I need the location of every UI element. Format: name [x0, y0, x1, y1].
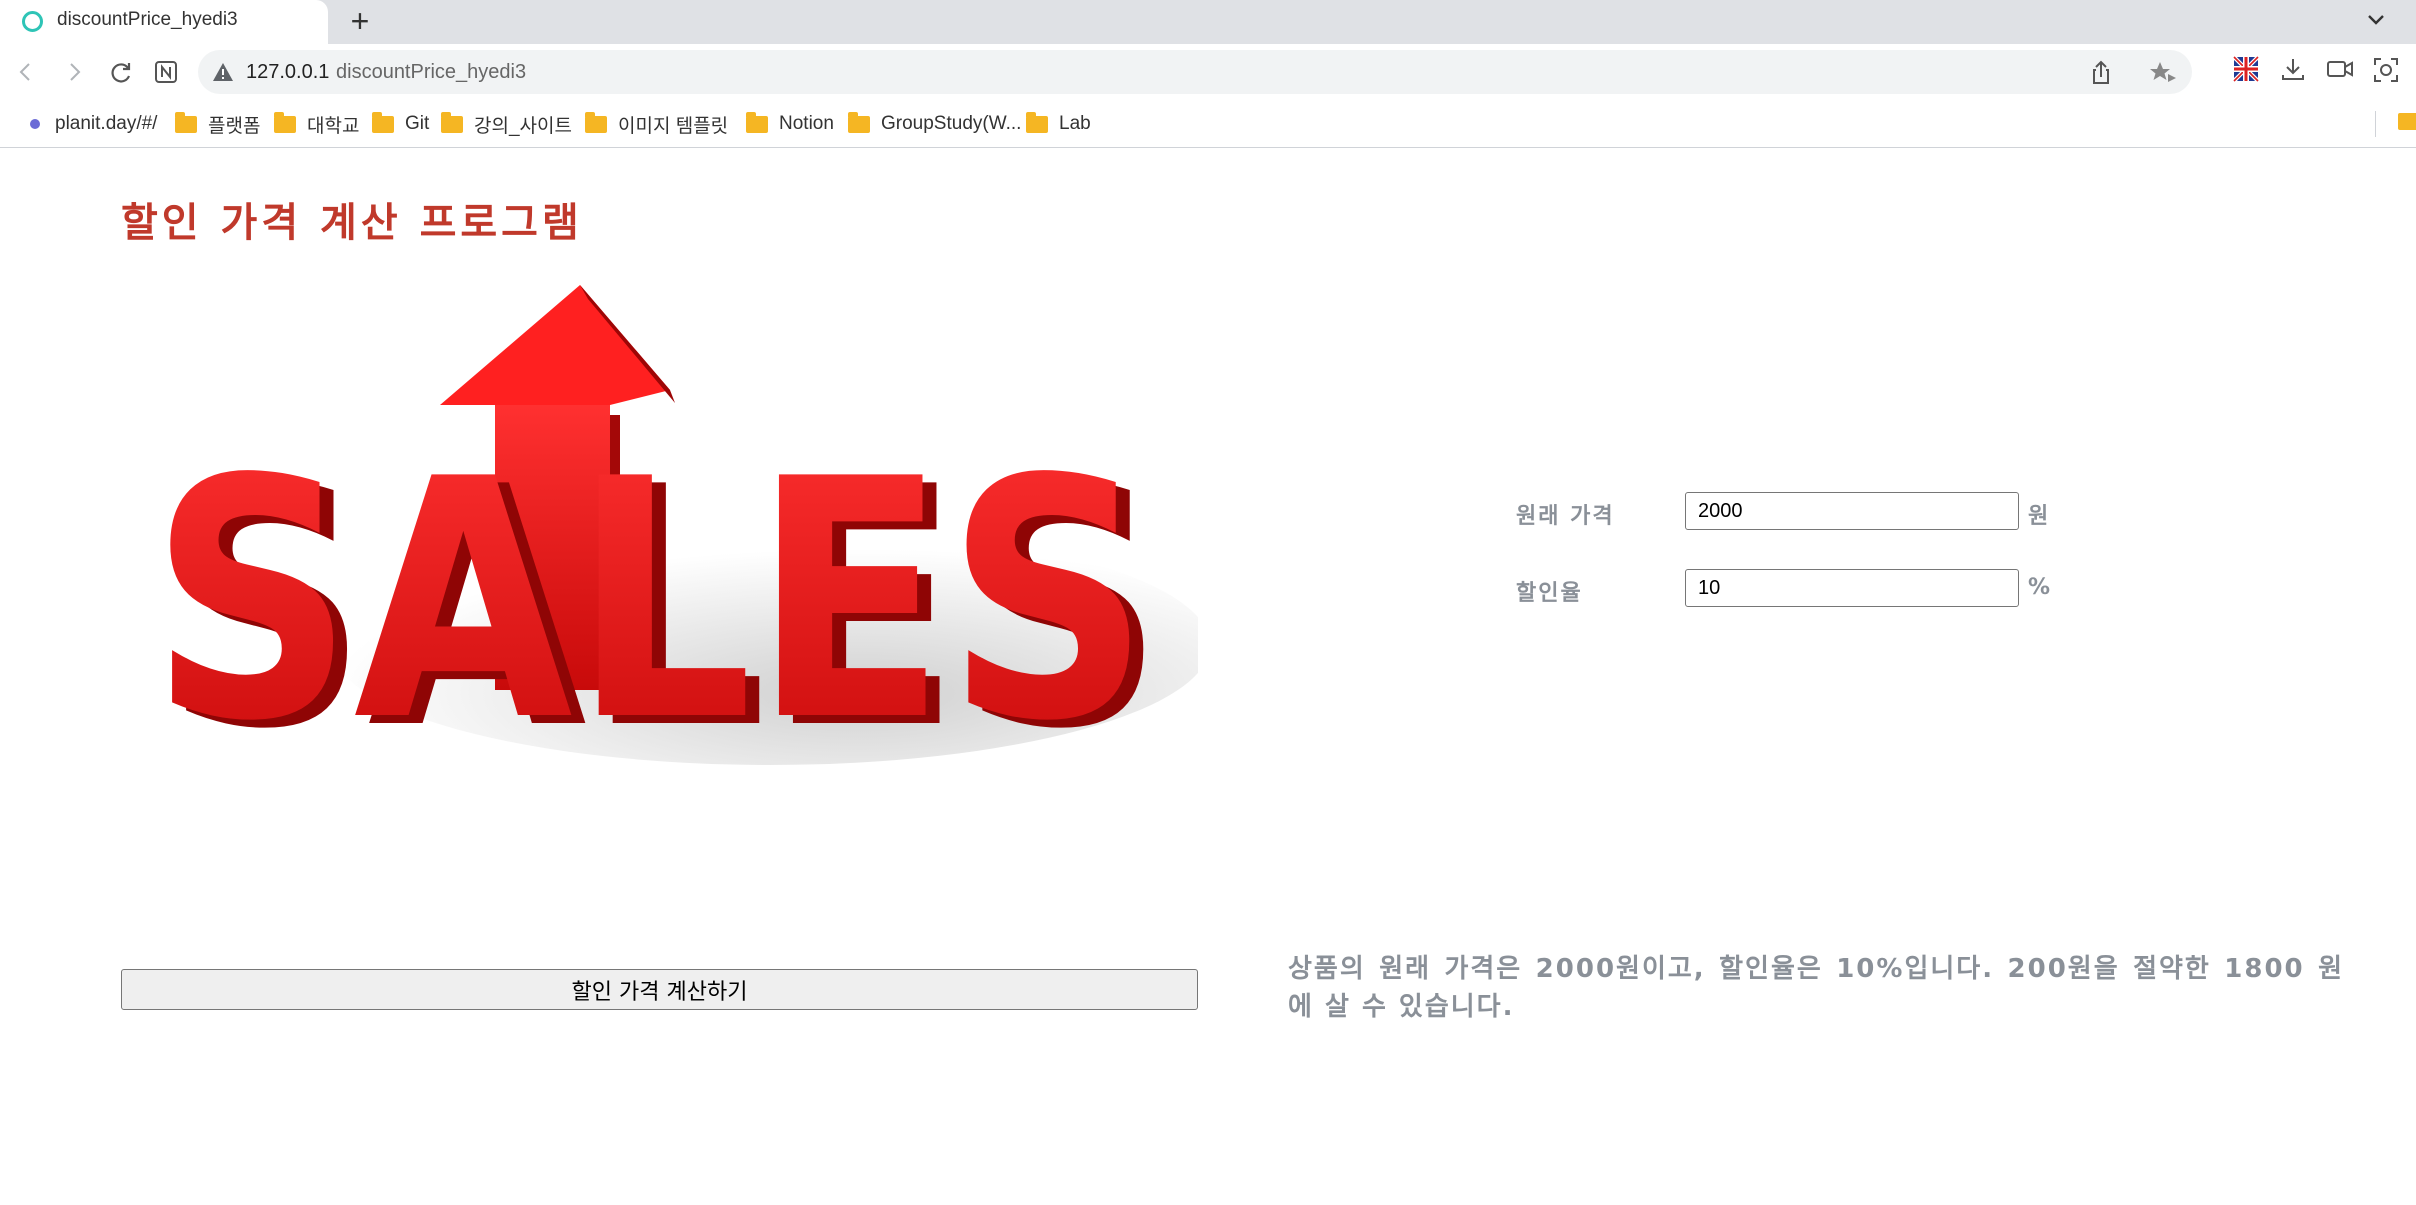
bookmark-planit[interactable]: planit.day/#/ — [26, 111, 157, 137]
new-tab-button[interactable]: + — [340, 2, 380, 42]
folder-icon — [746, 111, 768, 133]
notion-extension-button[interactable] — [146, 52, 186, 92]
bookmarks-bar: planit.day/#/ 플랫폼 대학교 Git 강의_사이트 이미지 템플릿… — [0, 100, 2416, 148]
original-price-unit: 원 — [2028, 504, 2049, 529]
folder-icon — [848, 111, 870, 133]
video-capture-icon[interactable] — [2326, 56, 2358, 88]
bookmark-folder-image-templates[interactable]: 이미지 템플릿 — [585, 111, 728, 137]
tab-title: discountPrice_hyedi3 — [57, 9, 238, 30]
bookmark-label: Notion — [779, 113, 834, 134]
bookmark-folder-platform[interactable]: 플랫폼 — [175, 111, 260, 137]
share-icon[interactable] — [2086, 58, 2116, 88]
result-message: 상품의 원래 가격은 2000원이고, 할인율은 10%입니다. 200원을 절… — [1288, 954, 2344, 1022]
original-price-input[interactable] — [1685, 492, 2019, 530]
bookmark-folder-lab[interactable]: Lab — [1026, 111, 1091, 137]
bookmark-folder-lecture-sites[interactable]: 강의_사이트 — [441, 111, 572, 137]
bookmark-label: 강의_사이트 — [474, 115, 572, 137]
bookmark-label: Git — [405, 113, 430, 134]
back-button[interactable] — [6, 52, 46, 92]
bookmark-folder-university[interactable]: 대학교 — [274, 111, 359, 137]
back-arrow-icon — [19, 63, 30, 81]
bookmark-label: GroupStudy(W... — [881, 113, 1022, 134]
notion-icon — [155, 61, 177, 83]
folder-icon — [441, 111, 463, 133]
bookmark-folder-notion[interactable]: Notion — [746, 111, 834, 137]
url-path: discountPrice_hyedi3 — [336, 61, 527, 83]
folder-icon — [274, 111, 296, 133]
sales-word: SALES — [150, 409, 1150, 793]
page-favicon-icon — [22, 11, 43, 32]
discount-rate-label: 할인율 — [1516, 581, 1583, 606]
screenshot-icon[interactable] — [2372, 56, 2404, 88]
original-price-label: 원래 가격 — [1516, 504, 1615, 529]
tab-search-chevron-icon[interactable] — [2362, 6, 2390, 34]
original-price-row: 원래 가격 원 — [1516, 492, 2076, 532]
bookmark-label: 대학교 — [307, 115, 360, 137]
address-bar[interactable]: 127.0.0.1 discountPrice_hyedi3 — [198, 50, 2192, 94]
page-title: 할인 가격 계산 프로그램 — [121, 200, 583, 246]
bookmark-folder-groupstudy[interactable]: GroupStudy(W... — [848, 111, 1021, 137]
browser-toolbar: 127.0.0.1 discountPrice_hyedi3 — [0, 44, 2416, 100]
discount-rate-unit: % — [2028, 575, 2051, 600]
forward-arrow-icon — [70, 63, 81, 81]
site-favicon-icon — [30, 119, 40, 129]
bookmark-label: planit.day/#/ — [55, 113, 158, 134]
folder-icon — [372, 111, 394, 133]
bookmark-label: 이미지 템플릿 — [618, 115, 729, 137]
discount-rate-row: 할인율 % — [1516, 569, 2076, 609]
bookmark-folder-git[interactable]: Git — [372, 111, 429, 137]
bookmarks-separator — [2375, 111, 2376, 137]
bookmark-star-icon[interactable] — [2148, 58, 2178, 88]
folder-icon — [175, 111, 197, 133]
tab-strip: discountPrice_hyedi3 + — [0, 0, 2416, 44]
calculate-discount-button[interactable]: 할인 가격 계산하기 — [121, 969, 1198, 1010]
not-secure-warning-icon[interactable] — [212, 61, 234, 83]
folder-icon — [1026, 111, 1048, 133]
reload-icon — [111, 63, 131, 83]
browser-tab[interactable]: discountPrice_hyedi3 — [0, 0, 328, 44]
forward-button[interactable] — [54, 52, 94, 92]
folder-icon — [585, 111, 607, 133]
other-bookmarks-folder-icon[interactable] — [2398, 113, 2416, 130]
download-icon[interactable] — [2280, 56, 2312, 88]
uk-flag-extension-icon[interactable] — [2232, 55, 2265, 88]
bookmark-label: Lab — [1059, 113, 1091, 134]
sales-arrow-image: SALES SALES — [150, 285, 1198, 800]
reload-button[interactable] — [100, 52, 140, 92]
bookmark-label: 플랫폼 — [208, 115, 261, 137]
discount-rate-input[interactable] — [1685, 569, 2019, 607]
url-host: 127.0.0.1 — [246, 61, 330, 83]
